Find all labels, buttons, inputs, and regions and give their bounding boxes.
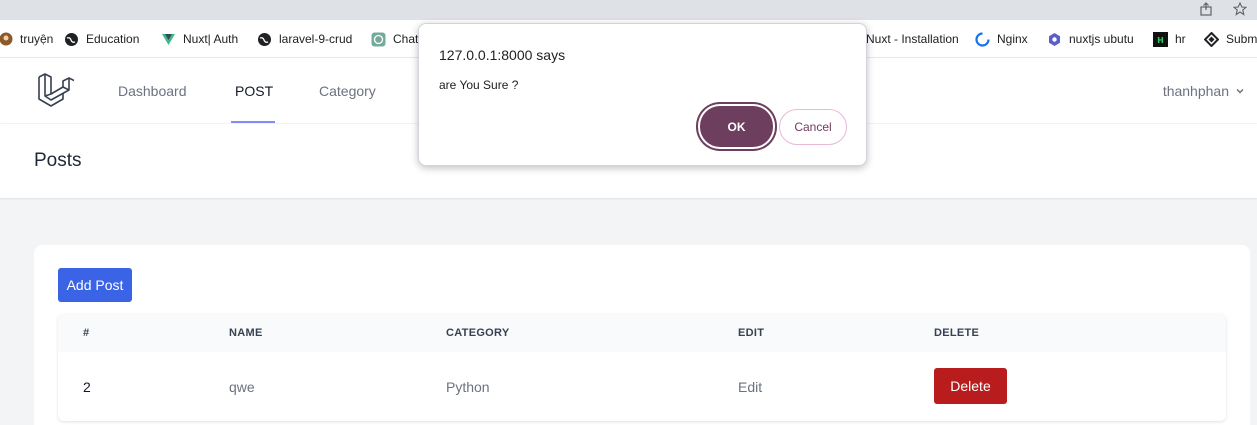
- bookmark-nginx[interactable]: Nginx: [975, 20, 1028, 58]
- bookmark-nuxt-installation[interactable]: Nuxt - Installation: [866, 20, 959, 58]
- globe-icon: [257, 32, 272, 47]
- active-nav-indicator: [231, 121, 275, 123]
- column-header-name: NAME: [229, 327, 263, 339]
- user-name: thanhphan: [1162, 83, 1229, 99]
- page-title: Posts: [34, 150, 82, 171]
- cell-id: 2: [83, 378, 91, 395]
- globe-icon: [64, 32, 79, 47]
- posts-card: Add Post # NAME CATEGORY EDIT DELETE 2 q…: [34, 245, 1250, 425]
- bookmark-truyen[interactable]: truyện: [0, 20, 53, 58]
- ok-button[interactable]: OK: [700, 106, 773, 147]
- share-icon[interactable]: [1199, 1, 1213, 19]
- column-header-id: #: [83, 327, 90, 339]
- svg-text:H: H: [1157, 36, 1164, 45]
- column-header-edit: EDIT: [738, 327, 765, 339]
- bookmark-nuxtjs-ubutu[interactable]: nuxtjs ubutu: [1047, 20, 1134, 58]
- nav-post[interactable]: POST: [235, 58, 273, 124]
- cancel-button[interactable]: Cancel: [779, 109, 847, 145]
- laravel-logo-icon[interactable]: [36, 72, 74, 110]
- openai-icon: [371, 32, 386, 47]
- user-menu[interactable]: thanhphan: [1163, 58, 1245, 124]
- bookmark-subm[interactable]: Subm: [1204, 20, 1257, 58]
- bookmark-laravel-crud[interactable]: laravel-9-crud: [257, 20, 352, 58]
- nginx-icon: [975, 31, 990, 47]
- user-avatar-icon: [0, 32, 13, 47]
- bookmark-hr[interactable]: H hr: [1153, 20, 1186, 58]
- delete-button[interactable]: Delete: [934, 368, 1007, 404]
- posts-table: # NAME CATEGORY EDIT DELETE 2 qwe Python…: [58, 314, 1226, 421]
- diamond-icon: [1204, 31, 1219, 47]
- bookmark-chat[interactable]: Chat: [371, 20, 418, 58]
- add-post-button[interactable]: Add Post: [58, 268, 132, 302]
- hr-icon: H: [1153, 31, 1168, 47]
- browser-toolbar: [0, 0, 1257, 20]
- cell-category: Python: [446, 378, 490, 395]
- bookmark-education[interactable]: Education: [64, 20, 139, 58]
- nav-category[interactable]: Category: [319, 58, 376, 124]
- star-icon[interactable]: [1232, 1, 1248, 19]
- table-header: # NAME CATEGORY EDIT DELETE: [58, 314, 1226, 352]
- chevron-down-icon: [1235, 83, 1245, 99]
- cell-name: qwe: [229, 378, 255, 395]
- column-header-category: CATEGORY: [446, 327, 510, 339]
- edit-link[interactable]: Edit: [738, 352, 762, 421]
- column-header-delete: DELETE: [934, 327, 980, 339]
- table-row: 2 qwe Python Edit Delete: [58, 352, 1226, 421]
- bookmark-nuxt-auth[interactable]: Nuxt| Auth: [161, 20, 238, 58]
- vue-logo-icon: [161, 32, 176, 47]
- confirm-dialog: 127.0.0.1:8000 says are You Sure ? OK Ca…: [418, 23, 867, 166]
- hexagon-icon: [1047, 32, 1062, 47]
- dialog-message: are You Sure ?: [439, 78, 519, 92]
- dialog-title: 127.0.0.1:8000 says: [439, 47, 566, 63]
- nav-dashboard[interactable]: Dashboard: [118, 58, 187, 124]
